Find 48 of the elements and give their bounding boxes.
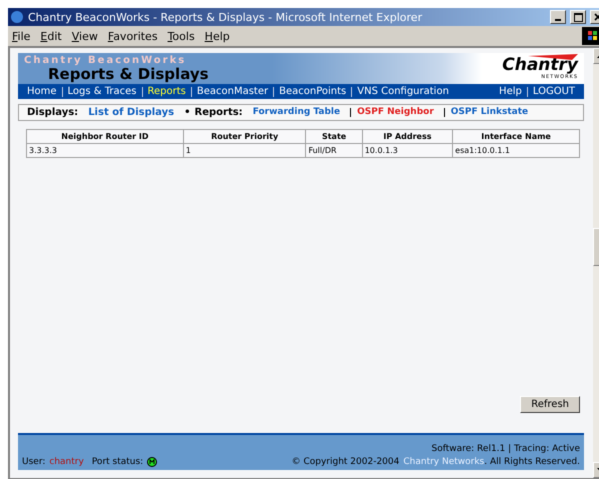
display-link[interactable]: List of Displays	[82, 108, 180, 117]
maximize-button[interactable]	[570, 10, 586, 24]
status-icon	[147, 457, 158, 467]
menu-item[interactable]: Edit	[40, 30, 62, 42]
page-title: Reports & Displays	[48, 66, 209, 82]
nav-link[interactable]: Home	[22, 86, 62, 96]
menu-item[interactable]: Help	[204, 30, 230, 42]
user-name: chantry	[49, 457, 84, 467]
report-link[interactable]: OSPF Neighbor	[350, 108, 440, 117]
report-link[interactable]: Forwarding Table	[246, 108, 346, 117]
product-name: Chantry BeaconWorks	[24, 56, 188, 66]
nav-link[interactable]: BeaconMaster	[190, 86, 274, 96]
user-label: User:	[22, 457, 46, 467]
nav-link[interactable]: BeaconPoints	[273, 86, 352, 96]
windows-logo-icon	[582, 27, 599, 45]
table-cell: Full/DR	[306, 144, 362, 158]
displays-label: Displays:	[27, 107, 78, 118]
menu-item[interactable]: Tools	[168, 30, 195, 42]
rights-text: . All Rights Reserved.	[484, 457, 580, 467]
column-header: IP Address	[362, 130, 453, 144]
refresh-button[interactable]: Refresh	[520, 396, 580, 413]
column-header: Neighbor Router ID	[26, 130, 184, 144]
port-status-label: Port status:	[92, 457, 144, 467]
nav-link[interactable]: Help	[494, 86, 527, 96]
copyright-text: © Copyright 2002-2004	[292, 457, 400, 467]
bullet: •	[184, 107, 190, 118]
window-title: Chantry BeaconWorks - Reports & Displays - Microsoft Internet Explorer	[28, 10, 424, 24]
table-cell: 3.3.3.3	[26, 144, 184, 158]
column-header: Interface Name	[452, 130, 580, 144]
browser-icon	[10, 10, 24, 24]
maximize-icon	[574, 12, 582, 22]
table-cell: esa1:10.0.1.1	[452, 144, 580, 158]
menu-item[interactable]: File	[12, 30, 30, 42]
reports-label: Reports:	[194, 107, 243, 118]
nav-link[interactable]: Reports	[142, 86, 191, 96]
table-cell: 10.0.1.3	[362, 144, 453, 158]
nav-link[interactable]: LOGOUT	[526, 86, 580, 96]
column-header: State	[306, 130, 362, 144]
table-cell: 1	[183, 144, 306, 158]
software-info: Software: Rel1.1 | Tracing: Active	[431, 444, 580, 454]
nav-link[interactable]: VNS Configuration	[351, 86, 454, 96]
column-header: Router Priority	[183, 130, 306, 144]
menu-item[interactable]: Favorites	[108, 30, 158, 42]
menu-item[interactable]: View	[72, 30, 98, 42]
nav-link[interactable]: Logs & Traces	[62, 86, 142, 96]
minimize-button[interactable]	[550, 10, 566, 24]
logo-text: Chantry	[502, 57, 578, 74]
report-link[interactable]: OSPF Linkstate	[444, 108, 534, 117]
